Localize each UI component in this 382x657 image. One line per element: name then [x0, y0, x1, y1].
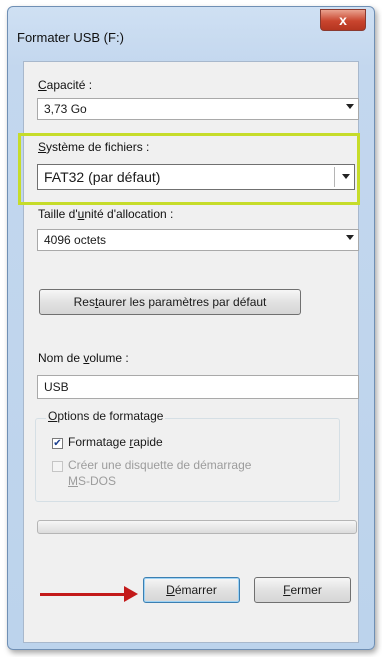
chevron-down-icon: [346, 104, 354, 109]
allocation-select[interactable]: 4096 octets: [37, 229, 359, 251]
filesystem-label: Système de fichiers :: [38, 140, 150, 154]
filesystem-value: FAT32 (par défaut): [44, 169, 161, 185]
quick-format-checkbox[interactable]: ✔: [52, 438, 63, 449]
close-icon[interactable]: x: [320, 9, 366, 31]
capacity-select[interactable]: 3,73 Go: [37, 98, 359, 120]
allocation-label: Taille d'unité d'allocation :: [38, 207, 174, 221]
chevron-down-icon: [346, 235, 354, 240]
close-button[interactable]: Fermer: [254, 577, 351, 603]
format-options-legend: Options de formatage: [46, 409, 166, 423]
chevron-down-icon: [342, 174, 350, 179]
format-progress-bar: [37, 520, 357, 534]
capacity-label: Capacité :: [38, 78, 93, 92]
volume-label: Nom de volume :: [38, 351, 129, 365]
annotation-arrow-line: [40, 593, 126, 596]
title-bar[interactable]: Formater USB (F:) x: [8, 7, 374, 57]
quick-format-label[interactable]: Formatage rapide: [68, 435, 163, 449]
window-title: Formater USB (F:): [17, 30, 124, 45]
capacity-value: 3,73 Go: [44, 102, 87, 116]
start-button[interactable]: Démarrer: [143, 577, 240, 603]
filesystem-select[interactable]: FAT32 (par défaut): [37, 164, 355, 190]
boot-disk-label: Créer une disquette de démarrage: [68, 458, 252, 472]
dropdown-separator: [334, 167, 335, 187]
restore-defaults-button[interactable]: Res t aurer les paramètres par défaut: [39, 289, 301, 315]
annotation-arrow-head-icon: [124, 586, 138, 602]
boot-disk-label-line2: MS-DOS: [68, 474, 117, 488]
volume-name-value: USB: [44, 380, 69, 394]
volume-name-input[interactable]: USB: [37, 375, 359, 399]
boot-disk-checkbox: [52, 461, 63, 472]
allocation-value: 4096 octets: [44, 233, 107, 247]
